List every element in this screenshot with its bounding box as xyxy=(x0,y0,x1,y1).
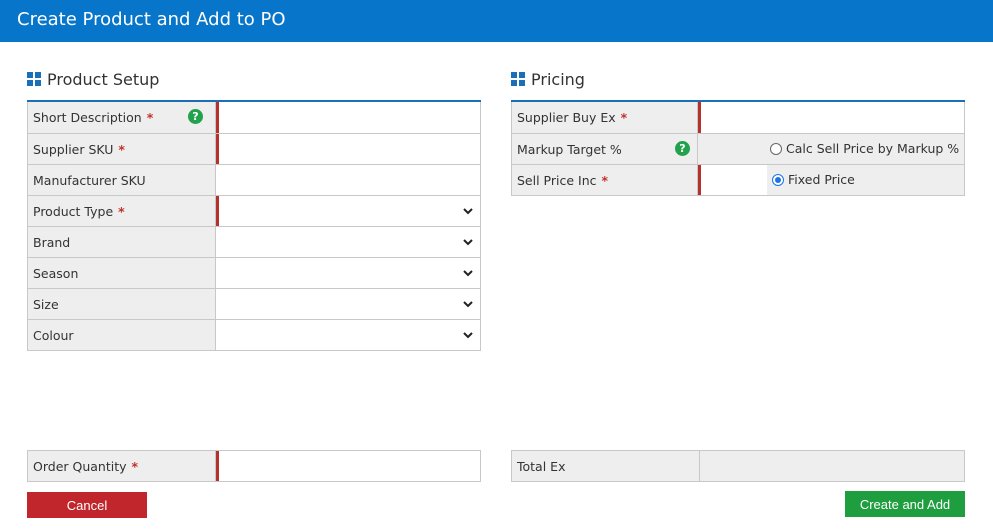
markup-target-cell: Calc Sell Price by Markup % xyxy=(698,134,964,164)
required-marker: * xyxy=(131,458,139,474)
markup-target-label-text: Markup Target % xyxy=(517,141,622,157)
size-row: Size xyxy=(28,288,480,319)
manufacturer-sku-label-text: Manufacturer SKU xyxy=(33,172,146,188)
chevron-down-icon xyxy=(463,208,473,215)
product-type-select[interactable] xyxy=(216,196,480,226)
total-ex-label: Total Ex xyxy=(512,451,700,481)
product-setup-header: Product Setup xyxy=(27,67,159,91)
required-marker: * xyxy=(118,203,125,219)
fixed-price-cell: Fixed Price xyxy=(767,165,964,195)
required-marker: * xyxy=(118,141,125,157)
fixed-price-option[interactable]: Fixed Price xyxy=(772,172,855,187)
colour-row: Colour xyxy=(28,319,480,350)
markup-target-label: Markup Target % ? xyxy=(512,134,698,164)
brand-label: Brand xyxy=(28,227,216,257)
create-and-add-button[interactable]: Create and Add xyxy=(845,491,965,517)
total-ex-form: Total Ex xyxy=(511,450,965,482)
product-type-row: Product Type * xyxy=(28,195,480,226)
season-label-text: Season xyxy=(33,265,79,281)
product-setup-title: Product Setup xyxy=(47,69,160,89)
short-description-input[interactable] xyxy=(216,102,480,133)
size-label-text: Size xyxy=(33,296,59,312)
product-type-label-text: Product Type xyxy=(33,203,114,219)
calc-by-markup-label: Calc Sell Price by Markup % xyxy=(786,141,960,156)
short-description-label-text: Short Description xyxy=(33,110,142,125)
chevron-down-icon xyxy=(463,301,473,308)
supplier-buy-ex-label: Supplier Buy Ex * xyxy=(512,102,698,133)
order-quantity-input[interactable] xyxy=(216,451,480,481)
order-quantity-form: Order Quantity * xyxy=(27,450,481,482)
supplier-buy-ex-label-text: Supplier Buy Ex xyxy=(517,110,616,125)
short-description-label: Short Description * ? xyxy=(28,102,216,133)
manufacturer-sku-input[interactable] xyxy=(216,165,480,195)
grid-icon xyxy=(511,72,525,86)
total-ex-label-text: Total Ex xyxy=(517,458,566,474)
size-select[interactable] xyxy=(216,289,480,319)
calc-by-markup-radio[interactable] xyxy=(770,142,782,155)
supplier-sku-label-text: Supplier SKU xyxy=(33,141,114,157)
size-label: Size xyxy=(28,289,216,319)
fixed-price-radio[interactable] xyxy=(772,173,784,186)
supplier-buy-ex-row: Supplier Buy Ex * xyxy=(512,102,964,133)
sell-price-inc-label: Sell Price Inc * xyxy=(512,165,698,195)
manufacturer-sku-row: Manufacturer SKU xyxy=(28,164,480,195)
manufacturer-sku-label: Manufacturer SKU xyxy=(28,165,216,195)
sell-price-inc-label-text: Sell Price Inc xyxy=(517,172,597,188)
order-quantity-label: Order Quantity * xyxy=(28,451,216,481)
title-bar: Create Product and Add to PO xyxy=(0,0,993,42)
sell-price-inc-input[interactable] xyxy=(698,165,767,195)
colour-label: Colour xyxy=(28,320,216,350)
markup-target-row: Markup Target % ? Calc Sell Price by Mar… xyxy=(512,133,964,164)
season-label: Season xyxy=(28,258,216,288)
grid-icon xyxy=(27,72,41,86)
total-ex-value xyxy=(700,451,964,481)
total-ex-row: Total Ex xyxy=(512,451,964,481)
season-select[interactable] xyxy=(216,258,480,288)
help-icon[interactable]: ? xyxy=(675,141,690,156)
required-marker: * xyxy=(601,172,609,188)
chevron-down-icon xyxy=(463,239,473,246)
brand-select[interactable] xyxy=(216,227,480,257)
colour-label-text: Colour xyxy=(33,327,74,343)
cancel-button[interactable]: Cancel xyxy=(27,492,147,518)
required-marker: * xyxy=(620,110,628,125)
fixed-price-label: Fixed Price xyxy=(788,172,855,187)
product-type-label: Product Type * xyxy=(28,196,216,226)
pricing-header: Pricing xyxy=(511,67,585,91)
supplier-sku-input[interactable] xyxy=(216,134,480,164)
short-description-row: Short Description * ? xyxy=(28,102,480,133)
supplier-sku-label: Supplier SKU * xyxy=(28,134,216,164)
order-quantity-row: Order Quantity * xyxy=(28,451,480,481)
required-marker: * xyxy=(146,110,154,125)
brand-label-text: Brand xyxy=(33,234,71,250)
season-row: Season xyxy=(28,257,480,288)
sell-price-inc-row: Sell Price Inc * Fixed Price xyxy=(512,164,964,195)
order-quantity-label-text: Order Quantity xyxy=(33,458,127,474)
colour-select[interactable] xyxy=(216,320,480,350)
chevron-down-icon xyxy=(463,332,473,339)
pricing-title: Pricing xyxy=(531,69,585,89)
supplier-sku-row: Supplier SKU * xyxy=(28,133,480,164)
pricing-form: Supplier Buy Ex * Markup Target % ? Calc … xyxy=(511,102,965,196)
calc-by-markup-option[interactable]: Calc Sell Price by Markup % xyxy=(770,141,959,156)
product-setup-form: Short Description * ? Supplier SKU * Manuf… xyxy=(27,102,481,351)
chevron-down-icon xyxy=(463,270,473,277)
supplier-buy-ex-input[interactable] xyxy=(698,102,964,133)
window-title: Create Product and Add to PO xyxy=(17,9,286,30)
brand-row: Brand xyxy=(28,226,480,257)
help-icon[interactable]: ? xyxy=(188,109,203,124)
